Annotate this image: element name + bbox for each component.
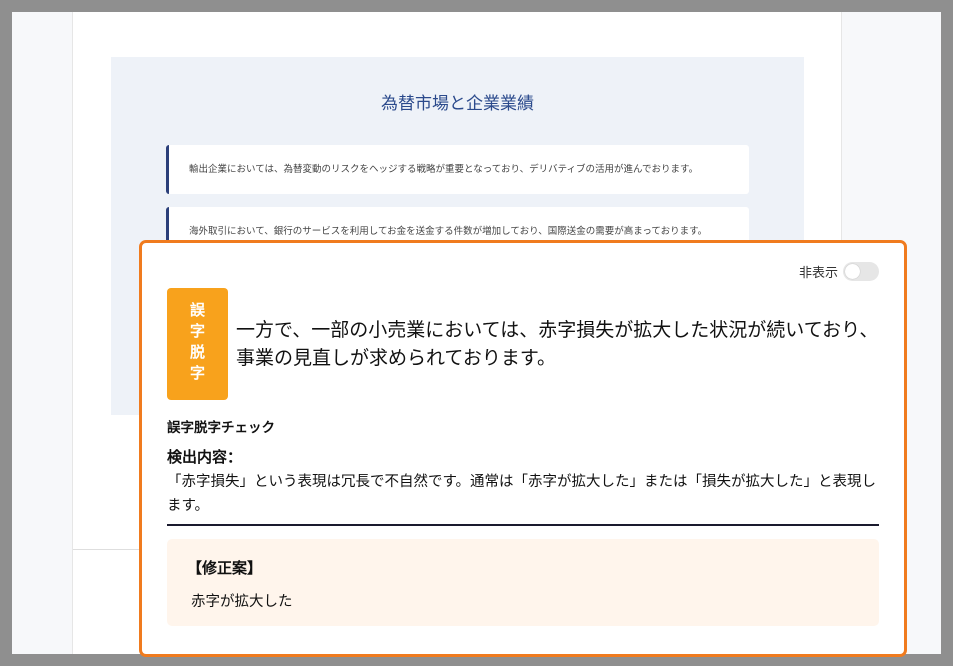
toggle-knob [845, 264, 860, 279]
hide-toggle-row[interactable]: 非表示 [799, 262, 879, 281]
section-divider [167, 524, 879, 526]
slide-card: 輸出企業においては、為替変動のリスクをヘッジする戦略が重要となっており、デリバテ… [166, 145, 749, 194]
hide-label: 非表示 [798, 266, 838, 281]
typo-badge: 誤字脱字 [167, 288, 228, 400]
detection-label: 検出内容： [167, 448, 243, 466]
check-title: 誤字脱字チェック [167, 420, 275, 436]
suggestion-box: 【修正案】 赤字が拡大した [167, 539, 879, 626]
suggestion-label: 【修正案】 [187, 559, 263, 577]
suggestion-text[interactable]: 赤字が拡大した [191, 590, 293, 611]
proofreading-popup: 非表示 誤字脱字 一方で、一部の小売業においては、赤字損失が拡大した状況が続いて… [139, 240, 907, 657]
detection-text: 「赤字損失」という表現は冗長で不自然です。通常は「赤字が拡大した」または「損失が… [167, 474, 877, 514]
typo-badge-label: 誤字脱字 [188, 302, 206, 386]
slide-title: 為替市場と企業業績 [381, 94, 534, 114]
flagged-sentence: 一方で、一部の小売業においては、赤字損失が拡大した状況が続いており、事業の見直し… [236, 319, 879, 369]
hide-toggle[interactable] [843, 262, 879, 281]
